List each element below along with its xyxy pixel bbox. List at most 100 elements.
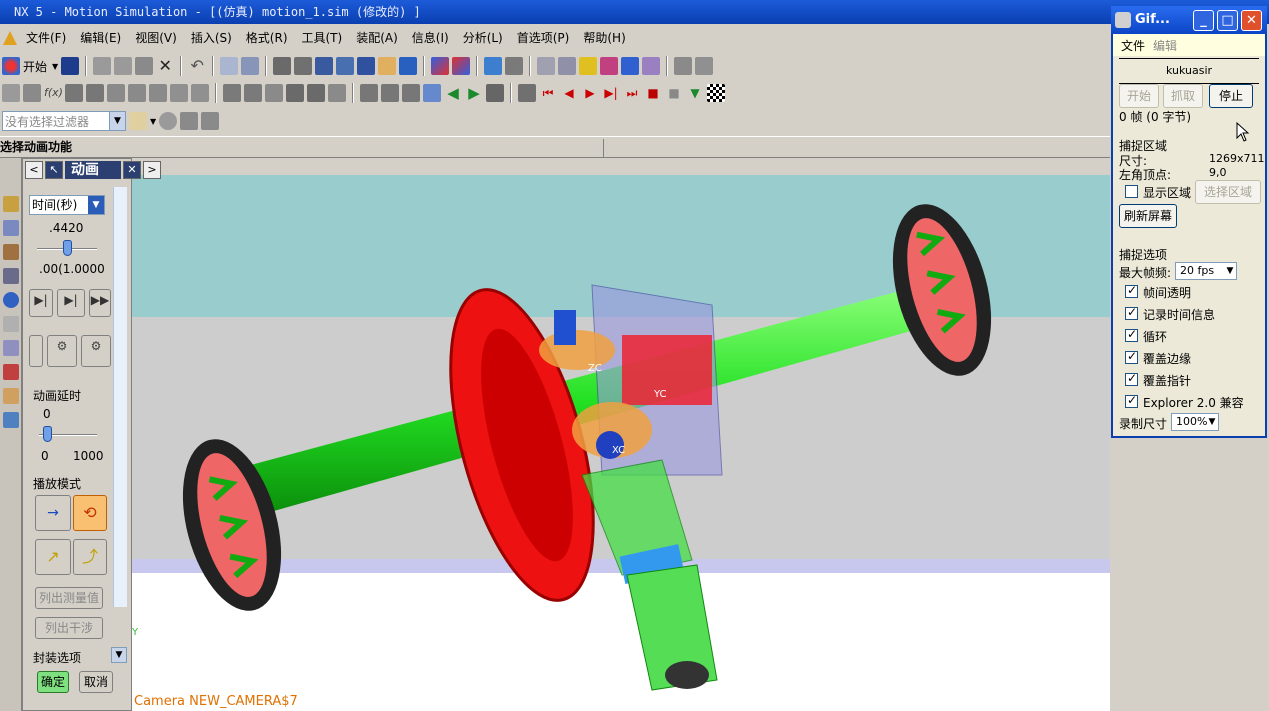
marker-icon[interactable] <box>149 84 167 102</box>
magnify-icon[interactable] <box>336 57 355 75</box>
rotate-icon[interactable] <box>357 57 376 75</box>
camera-icon[interactable] <box>399 57 418 75</box>
color-icon[interactable] <box>402 84 420 102</box>
gif-stop-button[interactable]: 停止 <box>1209 84 1253 108</box>
pan-icon[interactable] <box>378 57 397 75</box>
menu-information[interactable]: 信息(I) <box>405 26 456 50</box>
select-area-button[interactable]: 选择区域 <box>1195 180 1261 204</box>
render-icon[interactable] <box>431 57 450 75</box>
export-icon[interactable]: ⚙ <box>81 335 111 367</box>
solver-icon[interactable] <box>223 84 241 102</box>
driver-icon[interactable] <box>286 84 304 102</box>
fast-forward-button[interactable]: ▶▶ <box>89 289 111 317</box>
reuse-library-icon[interactable] <box>3 268 19 284</box>
fit-icon[interactable] <box>273 57 292 75</box>
highlight-icon[interactable] <box>579 57 598 75</box>
time-slider-thumb[interactable] <box>63 240 72 256</box>
gif-capture-button[interactable]: 抓取 <box>1163 84 1203 108</box>
sensor-icon[interactable] <box>307 84 325 102</box>
list-interference-button[interactable]: 列出干涉 <box>35 617 103 639</box>
system-materials-icon[interactable] <box>3 340 19 356</box>
pause-icon[interactable]: ■ <box>665 84 683 102</box>
contact-icon[interactable] <box>128 84 146 102</box>
cursor-icon[interactable] <box>180 112 199 130</box>
layer-icon[interactable] <box>360 84 378 102</box>
sphere-icon[interactable] <box>159 112 178 130</box>
list-measure-button[interactable]: 列出测量值 <box>35 587 103 609</box>
menu-edit[interactable]: 编辑(E) <box>73 26 128 50</box>
chevron-down-icon[interactable]: ▼ <box>52 62 58 71</box>
menu-assembly[interactable]: 装配(A) <box>349 26 405 50</box>
refresh-icon[interactable] <box>486 84 504 102</box>
snap-icon[interactable] <box>537 57 556 75</box>
grid-icon[interactable] <box>423 84 441 102</box>
arrow-right-icon[interactable]: ▶ <box>465 84 483 102</box>
menu-analysis[interactable]: 分析(L) <box>456 26 510 50</box>
chevron-right-icon[interactable]: > <box>143 161 161 179</box>
capture-option-checkbox[interactable] <box>1125 349 1138 364</box>
menu-preferences[interactable]: 首选项(P) <box>510 26 577 50</box>
zoom-window-icon[interactable] <box>315 57 334 75</box>
undo-icon[interactable]: ↶ <box>188 57 206 75</box>
play-icon[interactable]: ▶ <box>581 84 599 102</box>
shaded-icon[interactable] <box>452 57 471 75</box>
stop-button[interactable] <box>29 335 43 367</box>
spring-icon[interactable] <box>65 84 83 102</box>
play-button[interactable]: ▶| <box>57 289 85 317</box>
time-mode-select[interactable]: 时间(秒) ▼ <box>29 195 105 215</box>
cut-icon[interactable] <box>93 57 112 75</box>
rewind-icon[interactable]: ⏮ <box>539 84 557 102</box>
menu-help[interactable]: 帮助(H) <box>576 26 632 50</box>
roles-icon[interactable] <box>3 388 19 404</box>
record-size-select[interactable]: 100% ▼ <box>1171 413 1219 431</box>
menu-format[interactable]: 格式(R) <box>239 26 295 50</box>
chevron-down-icon[interactable]: ▼ <box>1224 263 1236 279</box>
capture-option-checkbox[interactable] <box>1125 305 1138 320</box>
copy-icon[interactable] <box>114 57 133 75</box>
gif-menu-file[interactable]: 文件 <box>1121 37 1145 54</box>
force-icon[interactable] <box>170 84 188 102</box>
link-icon[interactable] <box>642 57 661 75</box>
arrow-left-icon[interactable]: ◀ <box>444 84 462 102</box>
gear-icon[interactable] <box>2 84 20 102</box>
constraint-icon[interactable] <box>621 57 640 75</box>
orient-view-icon[interactable] <box>505 57 524 75</box>
measure-icon[interactable] <box>674 57 693 75</box>
point-icon[interactable] <box>558 57 577 75</box>
delete-icon[interactable]: ✕ <box>156 57 174 75</box>
part-navigator-icon[interactable] <box>3 220 19 236</box>
chevron-down-icon[interactable]: ▼ <box>1206 414 1218 430</box>
environment-icon[interactable] <box>265 84 283 102</box>
select-icon[interactable] <box>220 57 239 75</box>
step-forward-icon[interactable]: ▶| <box>602 84 620 102</box>
capture-option-checkbox[interactable] <box>1125 393 1138 408</box>
play-once-button[interactable]: → <box>35 495 71 531</box>
damper-icon[interactable] <box>86 84 104 102</box>
close-icon[interactable]: ✕ <box>1241 10 1262 31</box>
repeat-command-icon[interactable] <box>241 57 260 75</box>
paste-icon[interactable] <box>135 57 154 75</box>
finish-flag-icon[interactable] <box>707 84 725 102</box>
web-browser-icon[interactable] <box>3 292 19 308</box>
torque-icon[interactable] <box>191 84 209 102</box>
function-icon[interactable]: f(x) <box>44 84 63 102</box>
max-fps-select[interactable]: 20 fps ▼ <box>1175 262 1237 280</box>
process-studio-icon[interactable] <box>3 364 19 380</box>
link-edit-icon[interactable] <box>23 84 41 102</box>
gif-start-button[interactable]: 开始 <box>1119 84 1159 108</box>
save-icon[interactable] <box>61 57 80 75</box>
graphics-viewport[interactable]: ZC YC XC Y Camera NEW_CAMERA$7 <box>132 175 1110 711</box>
maximize-icon[interactable]: □ <box>1217 10 1238 31</box>
step-back-icon[interactable]: ◀ <box>560 84 578 102</box>
zoom-icon[interactable] <box>294 57 313 75</box>
delay-slider-thumb[interactable] <box>43 426 52 442</box>
graph-icon[interactable] <box>328 84 346 102</box>
capture-option-checkbox[interactable] <box>1125 327 1138 342</box>
gif-menu-edit[interactable]: 编辑 <box>1153 37 1177 54</box>
start-button[interactable]: 开始 <box>23 58 47 75</box>
pin-icon[interactable]: ↖ <box>45 161 63 179</box>
history-icon[interactable] <box>3 316 19 332</box>
view-cube-icon[interactable] <box>484 57 503 75</box>
stop-icon[interactable]: ■ <box>644 84 662 102</box>
animation-icon[interactable] <box>518 84 536 102</box>
